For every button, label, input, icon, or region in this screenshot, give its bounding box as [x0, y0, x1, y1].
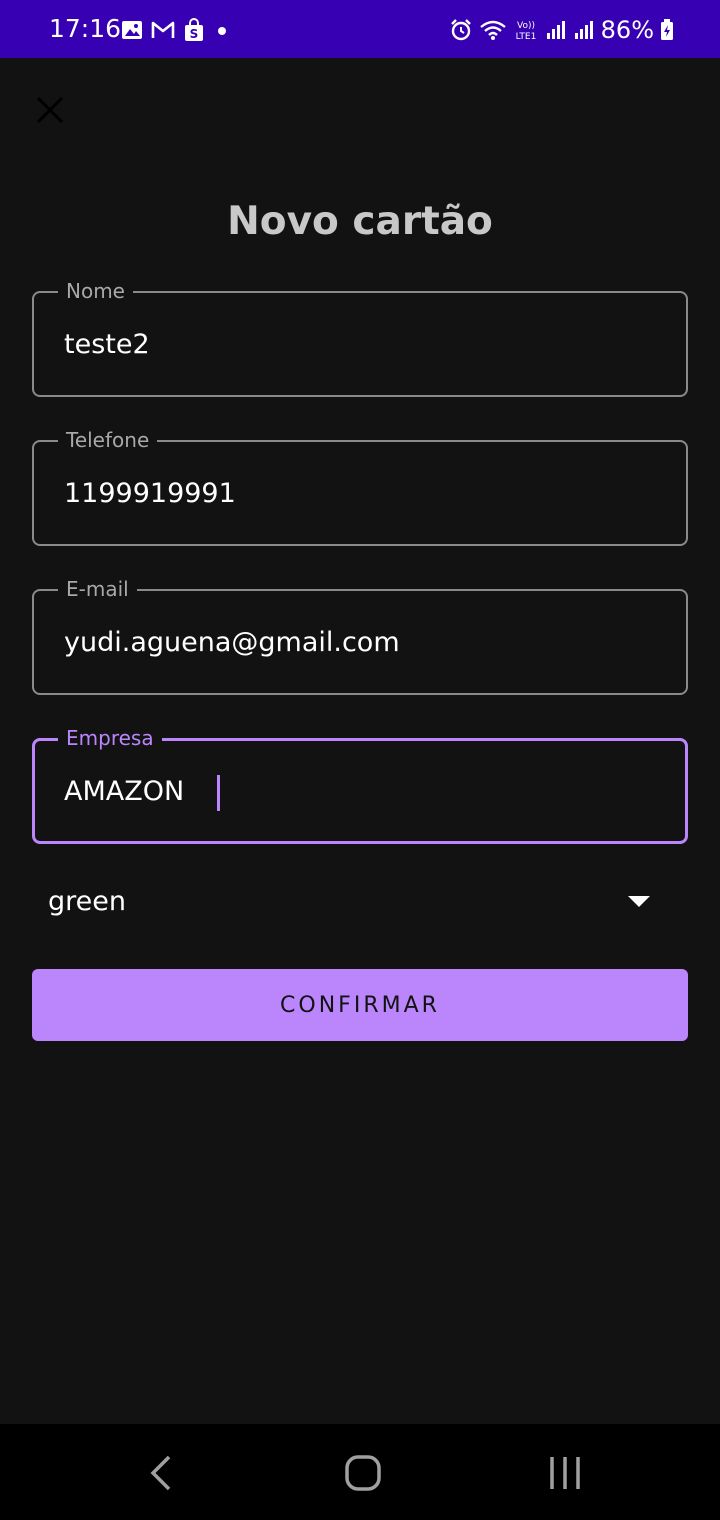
text-cursor [217, 775, 220, 811]
svg-text:Vo)): Vo)) [517, 21, 535, 31]
system-icons: Vo)) LTE1 86% [449, 16, 674, 44]
home-button[interactable] [333, 1448, 393, 1498]
home-icon [345, 1455, 381, 1491]
signal-icon [546, 21, 565, 39]
back-button[interactable] [131, 1448, 191, 1498]
color-select-value: green [48, 886, 126, 917]
email-field[interactable]: E-mail [32, 575, 688, 695]
close-button[interactable] [28, 88, 72, 132]
company-input[interactable] [64, 770, 644, 814]
svg-text:S: S [190, 27, 199, 41]
recents-icon [550, 1457, 580, 1489]
dot-icon [218, 27, 226, 35]
close-icon [36, 96, 64, 124]
confirm-button[interactable]: CONFIRMAR [32, 969, 688, 1041]
dropdown-arrow-icon [628, 896, 650, 907]
name-field[interactable]: Nome [32, 277, 688, 397]
color-select[interactable]: green [32, 870, 688, 938]
battery-percentage: 86% [600, 16, 654, 44]
gmail-icon [151, 21, 175, 38]
alarm-icon [450, 19, 471, 41]
volte-icon: Vo)) LTE1 [515, 21, 536, 42]
signal-icon [574, 21, 593, 39]
name-label: Nome [58, 277, 133, 305]
phone-field[interactable]: Telefone [32, 426, 688, 546]
phone-label: Telefone [58, 426, 158, 454]
status-time: 17:16 [49, 14, 122, 43]
recents-button[interactable] [535, 1448, 595, 1498]
email-input[interactable] [64, 621, 644, 665]
battery-charging-icon [661, 19, 673, 40]
company-label: Empresa [58, 724, 162, 752]
email-label: E-mail [58, 575, 137, 603]
svg-text:LTE1: LTE1 [515, 32, 536, 42]
gallery-icon [122, 21, 142, 39]
status-bar: 17:16 S Vo)) LTE1 86% [0, 0, 720, 58]
notification-icons: S [121, 18, 231, 42]
wifi-icon [479, 20, 506, 40]
phone-input[interactable] [64, 472, 644, 516]
page-title: Novo cartão [227, 199, 493, 244]
navigation-bar [0, 1424, 720, 1520]
shopping-bag-icon: S [185, 18, 203, 41]
name-input[interactable] [64, 323, 644, 367]
company-field[interactable]: Empresa [32, 724, 688, 844]
back-icon [150, 1455, 171, 1491]
